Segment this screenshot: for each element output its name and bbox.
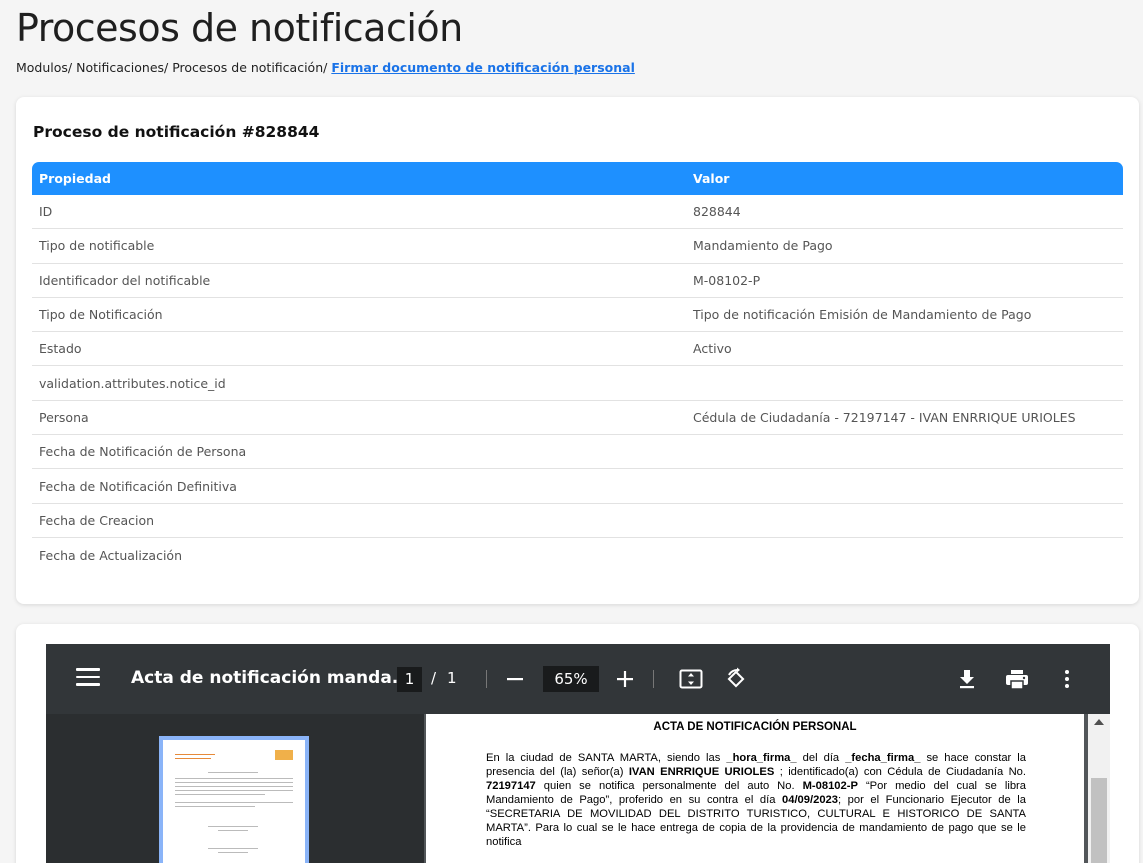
breadcrumb-item-procesos[interactable]: Procesos de notificación/: [172, 60, 327, 75]
table-row: Fecha de Creacion: [32, 504, 1123, 538]
table-row: Fecha de Notificación de Persona: [32, 435, 1123, 470]
table-row: ID 828844: [32, 195, 1123, 230]
breadcrumb-current-link[interactable]: Firmar documento de notificación persona…: [331, 60, 635, 75]
table-row: Fecha de Actualización: [32, 538, 1123, 572]
process-card-title: Proceso de notificación #828844: [33, 123, 320, 141]
pdf-viewer: Acta de notificación manda... 1 / 1 65%: [46, 644, 1110, 863]
property-cell: Fecha de Creacion: [39, 512, 155, 528]
breadcrumb-item-notificaciones[interactable]: Notificaciones/: [76, 60, 168, 75]
property-cell: Tipo de notificable: [39, 238, 155, 254]
document-view: ACTA DE NOTIFICACIÓN PERSONAL En la ciud…: [424, 714, 1110, 863]
property-cell: Estado: [39, 341, 82, 357]
value-cell: M-08102-P: [693, 272, 761, 288]
value-cell: Cédula de Ciudadanía - 72197147 - IVAN E…: [693, 409, 1076, 425]
table-row: validation.attributes.notice_id: [32, 366, 1123, 401]
toolbar-divider: [486, 670, 487, 688]
pdf-toolbar: Acta de notificación manda... 1 / 1 65%: [46, 644, 1110, 714]
property-cell: Identificador del notificable: [39, 272, 211, 288]
table-row: Tipo de notificable Mandamiento de Pago: [32, 229, 1123, 264]
value-cell: Activo: [693, 341, 732, 357]
header-property: Propiedad: [39, 171, 111, 186]
scroll-up-arrow-icon[interactable]: [1094, 719, 1104, 725]
page-title: Procesos de notificación: [16, 6, 463, 50]
property-cell: validation.attributes.notice_id: [39, 375, 226, 391]
table-row: Identificador del notificable M-08102-P: [32, 264, 1123, 298]
toolbar-divider: [653, 670, 654, 688]
property-cell: ID: [39, 204, 53, 220]
plus-icon[interactable]: [616, 670, 634, 692]
breadcrumb: Modulos/ Notificaciones/ Procesos de not…: [16, 60, 635, 75]
properties-table: Propiedad Valor ID 828844 Tipo de notifica…: [32, 162, 1123, 572]
property-cell: Fecha de Actualización: [39, 547, 182, 563]
value-cell: Mandamiento de Pago: [693, 238, 833, 254]
minus-icon[interactable]: [506, 670, 524, 692]
table-row: Estado Activo: [32, 332, 1123, 367]
page-thumbnail[interactable]: [159, 736, 309, 863]
table-row: Fecha de Notificación Definitiva: [32, 469, 1123, 504]
table-row: Persona Cédula de Ciudadanía - 72197147 -…: [32, 401, 1123, 436]
menu-icon[interactable]: [76, 668, 100, 690]
property-cell: Persona: [39, 409, 89, 425]
header-value: Valor: [693, 171, 730, 186]
page-separator: /: [431, 669, 437, 687]
more-vertical-icon[interactable]: [1063, 669, 1071, 693]
page-number-input[interactable]: 1: [397, 667, 422, 692]
download-icon[interactable]: [957, 669, 977, 693]
process-detail-card: Proceso de notificación #828844 Propieda…: [16, 97, 1139, 604]
print-icon[interactable]: [1005, 669, 1029, 694]
pdf-document-title: Acta de notificación manda...: [131, 668, 412, 688]
breadcrumb-item-modulos[interactable]: Modulos/: [16, 60, 72, 75]
rotate-icon[interactable]: [724, 667, 748, 695]
table-row: Tipo de Notificación Tipo de notificación…: [32, 298, 1123, 333]
document-heading: ACTA DE NOTIFICACIÓN PERSONAL: [653, 721, 857, 733]
document-page: ACTA DE NOTIFICACIÓN PERSONAL En la ciud…: [426, 714, 1084, 863]
property-cell: Fecha de Notificación de Persona: [39, 444, 247, 460]
zoom-input[interactable]: 65%: [543, 666, 599, 692]
property-cell: Fecha de Notificación Definitiva: [39, 478, 237, 494]
total-pages: 1: [447, 669, 457, 687]
fit-to-page-icon[interactable]: [679, 669, 703, 693]
value-cell: Tipo de notificación Emisión de Mandamie…: [693, 307, 1032, 323]
document-scrollbar[interactable]: [1088, 714, 1110, 863]
document-body: En la ciudad de SANTA MARTA, siendo las …: [486, 752, 1026, 848]
scroll-thumb[interactable]: [1091, 778, 1107, 863]
property-cell: Tipo de Notificación: [39, 307, 163, 323]
thumbnail-sidebar: [46, 714, 424, 863]
table-header: Propiedad Valor: [32, 162, 1123, 195]
value-cell: 828844: [693, 204, 741, 220]
